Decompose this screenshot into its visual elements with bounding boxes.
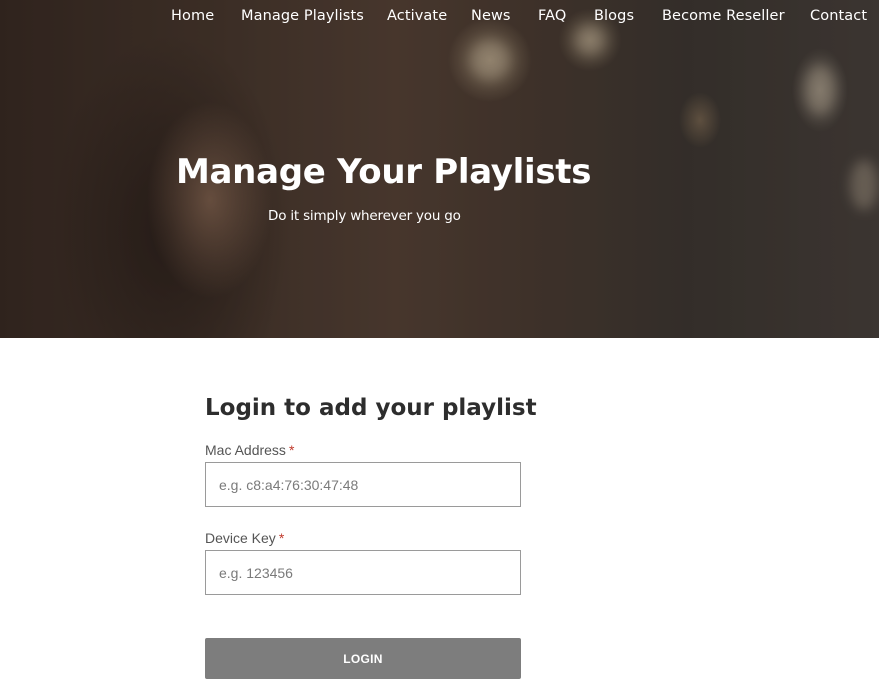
main-nav: Home Manage Playlists Activate News FAQ … <box>0 8 879 30</box>
nav-item-activate[interactable]: Activate <box>387 8 447 24</box>
nav-item-news[interactable]: News <box>471 8 511 24</box>
device-key-input[interactable] <box>205 550 521 595</box>
device-key-label: Device Key * <box>205 530 284 546</box>
login-form-title: Login to add your playlist <box>205 395 537 421</box>
nav-item-home[interactable]: Home <box>171 8 214 24</box>
hero-title: Manage Your Playlists <box>176 152 592 192</box>
nav-item-blogs[interactable]: Blogs <box>594 8 634 24</box>
nav-item-contact[interactable]: Contact <box>810 8 867 24</box>
hero-banner: Home Manage Playlists Activate News FAQ … <box>0 0 879 338</box>
login-button[interactable]: LOGIN <box>205 638 521 679</box>
nav-item-become-reseller[interactable]: Become Reseller <box>662 8 785 24</box>
required-indicator: * <box>288 442 295 458</box>
hero-subtitle: Do it simply wherever you go <box>268 208 461 224</box>
device-key-label-text: Device Key <box>205 530 276 546</box>
nav-item-manage-playlists[interactable]: Manage Playlists <box>241 8 364 24</box>
nav-item-faq[interactable]: FAQ <box>538 8 566 24</box>
mac-address-label: Mac Address * <box>205 442 294 458</box>
required-indicator: * <box>278 530 285 546</box>
mac-address-input[interactable] <box>205 462 521 507</box>
mac-address-label-text: Mac Address <box>205 442 286 458</box>
